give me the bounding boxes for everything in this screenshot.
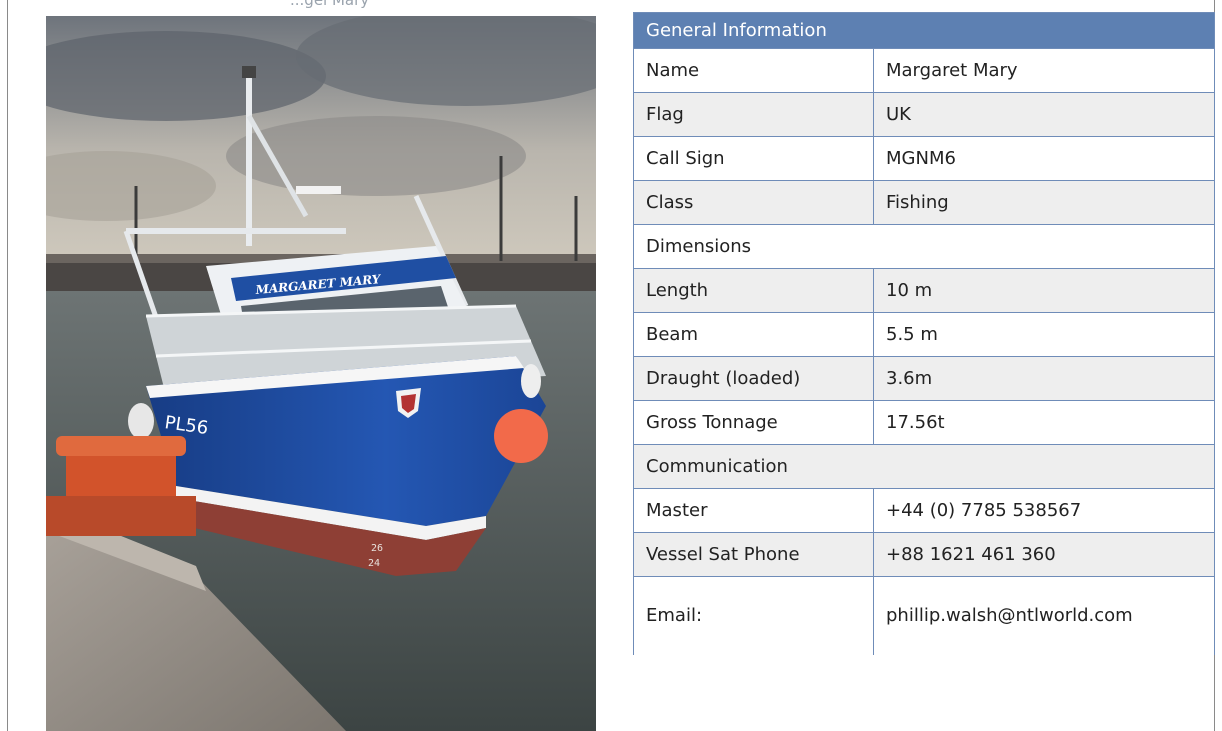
table-row-beam: Beam 5.5 m <box>633 312 1216 357</box>
section-communication: Communication <box>632 444 1216 489</box>
bollard-base <box>46 496 196 536</box>
value-master: +44 (0) 7785 538567 <box>872 488 1216 533</box>
table-header-row: General Information <box>632 12 1216 49</box>
value-class: Fishing <box>872 180 1216 225</box>
table-row-length: Length 10 m <box>633 268 1216 313</box>
value-length: 10 m <box>872 268 1216 313</box>
table-row-call-sign: Call Sign MGNM6 <box>633 136 1216 181</box>
table-row-gross-tonnage: Gross Tonnage 17.56t <box>633 400 1216 445</box>
label-email: Email: <box>633 576 874 655</box>
section-dimensions: Dimensions <box>632 224 1216 269</box>
label-master: Master <box>633 488 874 533</box>
label-name: Name <box>633 48 874 93</box>
table-row-draught: Draught (loaded) 3.6m <box>633 356 1216 401</box>
fender <box>128 403 154 439</box>
top-caption: ...gel Mary <box>290 0 370 9</box>
label-beam: Beam <box>633 312 874 357</box>
label-call-sign: Call Sign <box>633 136 874 181</box>
radar <box>296 186 341 194</box>
value-call-sign: MGNM6 <box>872 136 1216 181</box>
section-row-dimensions: Dimensions <box>632 224 1216 269</box>
label-flag: Flag <box>633 92 874 137</box>
label-sat-phone: Vessel Sat Phone <box>633 532 874 577</box>
fender <box>494 409 548 463</box>
value-gross-tonnage: 17.56t <box>872 400 1216 445</box>
label-length: Length <box>633 268 874 313</box>
antenna <box>242 66 256 78</box>
value-sat-phone: +88 1621 461 360 <box>872 532 1216 577</box>
label-class: Class <box>633 180 874 225</box>
table-header-general-information: General Information <box>632 12 1216 49</box>
fender <box>521 364 541 398</box>
bow-mark-upper: 26 <box>371 543 383 554</box>
value-flag: UK <box>872 92 1216 137</box>
table-row-sat-phone: Vessel Sat Phone +88 1621 461 360 <box>633 532 1216 577</box>
table-row-flag: Flag UK <box>633 92 1216 137</box>
label-draught: Draught (loaded) <box>633 356 874 401</box>
vessel-photo: PL56 MARGARET MARY 26 24 <box>46 16 596 731</box>
table-row-email: Email: phillip.walsh@ntlworld.com <box>633 576 1216 655</box>
vessel-info-table: General Information Name Margaret Mary F… <box>632 12 1216 655</box>
table-row-class: Class Fishing <box>633 180 1216 225</box>
bow-mark-lower: 24 <box>368 558 380 569</box>
bollard-top <box>56 436 186 456</box>
value-draught: 3.6m <box>872 356 1216 401</box>
table-row-name: Name Margaret Mary <box>633 48 1216 93</box>
label-gross-tonnage: Gross Tonnage <box>633 400 874 445</box>
value-email: phillip.walsh@ntlworld.com <box>872 576 1216 655</box>
value-beam: 5.5 m <box>872 312 1216 357</box>
value-name: Margaret Mary <box>872 48 1216 93</box>
table-row-master: Master +44 (0) 7785 538567 <box>633 488 1216 533</box>
mast <box>246 76 252 246</box>
section-row-communication: Communication <box>632 444 1216 489</box>
